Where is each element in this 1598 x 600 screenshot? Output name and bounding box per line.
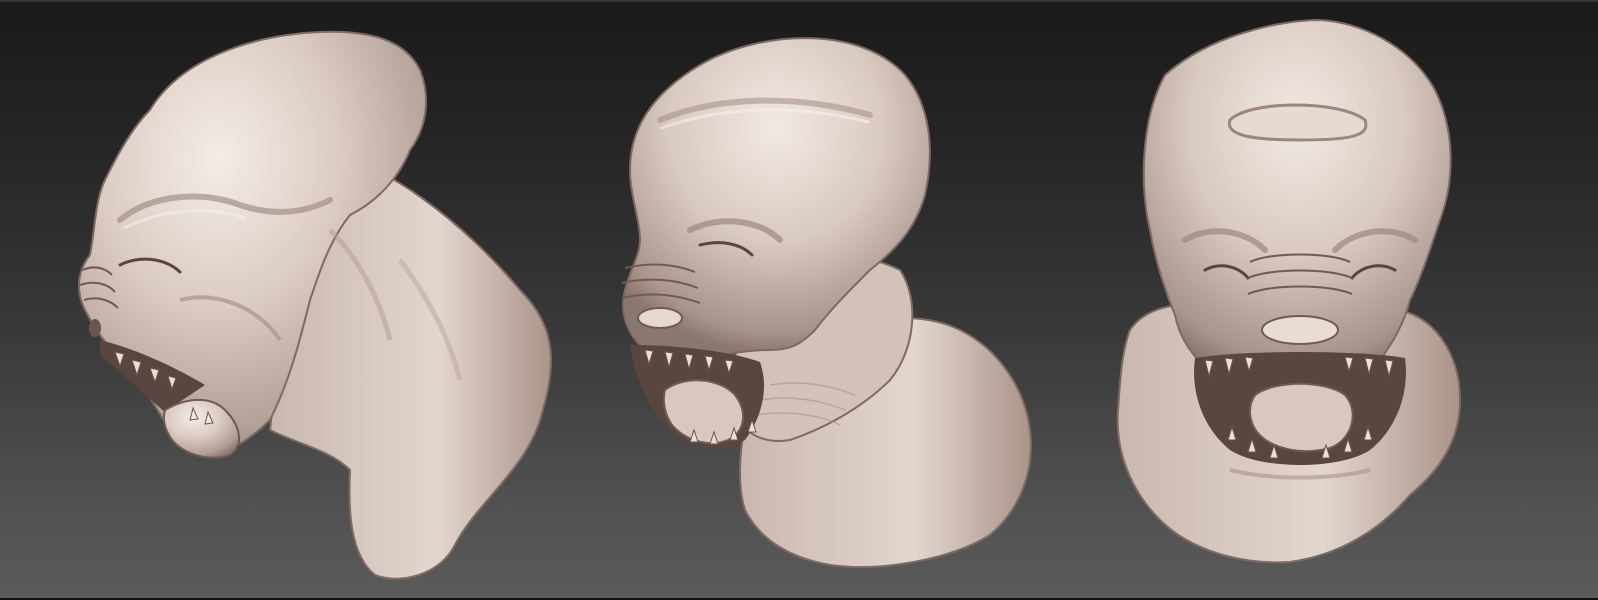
sculpt-side-view[interactable] — [78, 30, 552, 580]
render-canvas — [78, 18, 1462, 580]
sculpt-three-quarter-view[interactable] — [621, 37, 1032, 568]
sculpt-front-view[interactable] — [1116, 18, 1462, 564]
sculpt-viewport[interactable] — [0, 0, 1598, 600]
